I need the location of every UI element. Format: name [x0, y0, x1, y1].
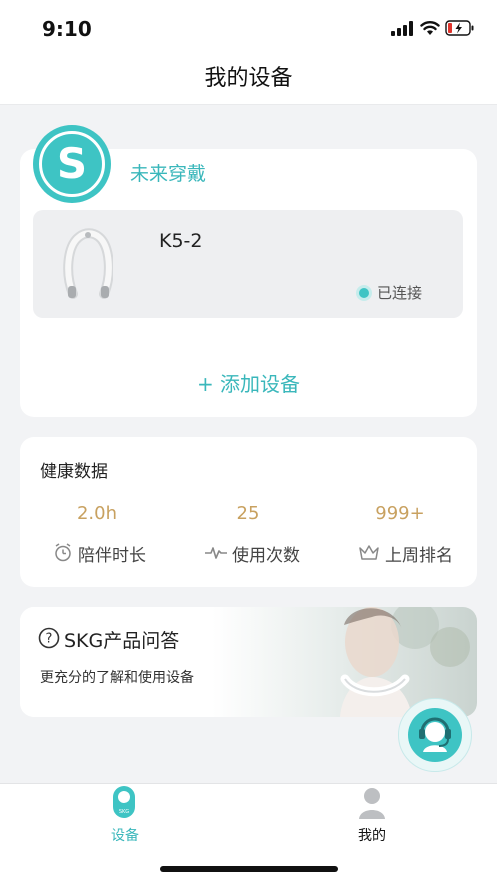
svg-text:SKG: SKG: [119, 809, 129, 815]
cellular-signal-icon: [391, 21, 413, 36]
device-list-item[interactable]: K5-2 已连接: [33, 210, 463, 318]
status-time: 9:10: [42, 17, 92, 41]
tab-device[interactable]: SKG 设备: [84, 784, 164, 854]
neck-massager-image: [63, 228, 113, 299]
customer-service-button[interactable]: [398, 698, 472, 772]
faq-subtitle: 更充分的了解和使用设备: [40, 670, 194, 686]
pulse-icon: [205, 547, 227, 559]
stopwatch-icon: [55, 543, 71, 562]
usage-count-value: 25: [236, 503, 260, 524]
companion-duration-label: 陪伴时长: [78, 546, 146, 566]
device-name: K5-2: [159, 230, 203, 252]
tab-device-label: 设备: [111, 828, 139, 844]
home-indicator: [160, 866, 338, 872]
battery-low-charging-icon: [445, 20, 474, 36]
usage-count-label: 使用次数: [232, 546, 300, 566]
brand-logo: S: [33, 125, 111, 203]
wifi-icon: [420, 21, 440, 35]
brand-name: 未来穿戴: [130, 163, 207, 185]
tab-mine[interactable]: 我的: [332, 784, 412, 854]
headset-agent-icon: [408, 708, 462, 762]
weekly-rank-label: 上周排名: [385, 546, 453, 566]
navigation-bar: 我的设备: [0, 56, 497, 105]
crown-icon: [359, 545, 379, 560]
question-circle-icon: ?: [38, 627, 60, 649]
faq-title: SKG产品问答: [64, 630, 180, 652]
person-icon: [359, 788, 385, 819]
add-device-button[interactable]: + 添加设备: [0, 368, 497, 397]
page-title: 我的设备: [204, 66, 293, 91]
health-data-title: 健康数据: [40, 462, 108, 482]
brand-logo-letter: S: [56, 139, 88, 188]
connection-status: 已连接: [377, 284, 423, 302]
status-bar: 9:10: [0, 0, 497, 56]
tab-mine-label: 我的: [358, 828, 386, 844]
connected-status-dot: [359, 288, 369, 298]
svg-text:?: ?: [46, 632, 53, 647]
weekly-rank-value: 999+: [375, 503, 425, 524]
companion-duration-value: 2.0h: [76, 503, 118, 524]
device-tab-icon: SKG: [113, 786, 135, 818]
